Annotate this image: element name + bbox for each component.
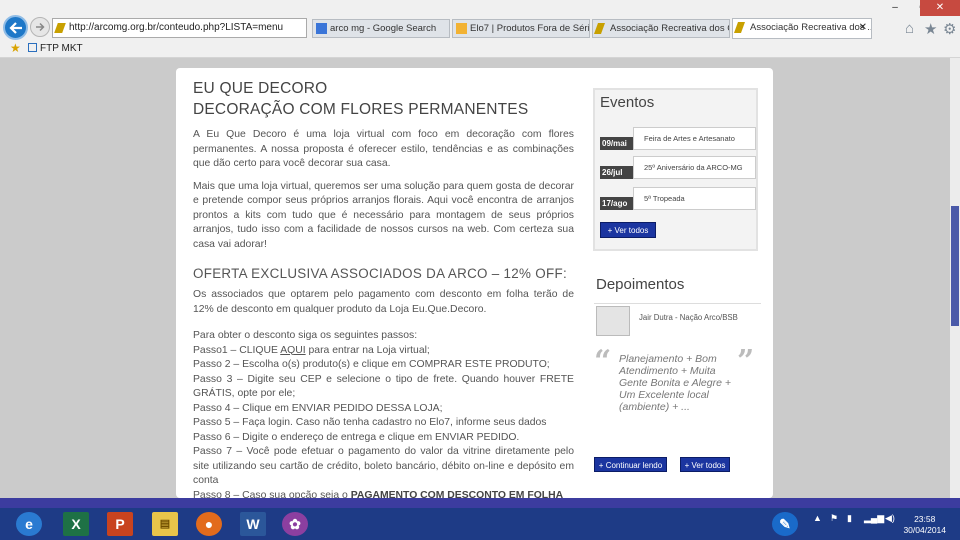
testimonials-see-all-button[interactable]: + Ver todos <box>680 457 730 472</box>
excel-icon[interactable]: X <box>63 512 89 536</box>
event-date: 09/mai <box>600 137 633 150</box>
event-name: 5ª Tropeada <box>633 187 756 210</box>
events-see-all-button[interactable]: + Ver todos <box>600 222 656 238</box>
site-icon <box>733 22 746 33</box>
step-4: Passo 4 – Clique em ENVIAR PEDIDO DESSA … <box>193 402 443 414</box>
address-bar[interactable]: http://arcomg.org.br/conteudo.php?LISTA=… <box>52 18 307 38</box>
event-name: 25º Aniversário da ARCO-MG <box>633 156 756 179</box>
file-explorer-icon[interactable]: ▤ <box>152 512 178 536</box>
favorites-add-icon[interactable]: ★ <box>10 41 21 55</box>
page-subtitle: DECORAÇÃO COM FLORES PERMANENTES <box>193 101 529 118</box>
clock-time: 23:58 <box>914 514 936 524</box>
steps-list: Para obter o desconto siga os seguintes … <box>193 329 574 498</box>
steps-intro: Para obter o desconto siga os seguintes … <box>193 330 418 341</box>
quote-open-icon: “ <box>594 344 612 379</box>
sidebar: Eventos Feira de Artes e Artesanato 09/m… <box>593 88 758 251</box>
event-name: Feira de Artes e Artesanato <box>633 127 756 150</box>
offer-description: Os associados que optarem pelo pagamento… <box>193 289 574 315</box>
page-title: EU QUE DECORO <box>193 80 328 97</box>
site-icon <box>593 23 606 34</box>
powerpoint-icon[interactable]: P <box>107 512 133 536</box>
testimonial-text: Planejamento + Bom Atendimento + Muita G… <box>619 353 731 413</box>
aqui-link[interactable]: AQUI <box>280 345 305 356</box>
step-3: Passo 3 – Digite seu CEP e selecione o t… <box>193 373 574 400</box>
browser-chrome: http://arcomg.org.br/conteudo.php?LISTA=… <box>0 0 960 58</box>
system-clock[interactable]: 23:58 30/04/2014 <box>903 514 946 536</box>
minimize-button[interactable]: – <box>882 0 908 16</box>
clock-date: 30/04/2014 <box>903 525 946 535</box>
close-tab-icon[interactable]: ✕ <box>859 19 867 36</box>
tab-associacao-1[interactable]: Associação Recreativa dos Cor... <box>592 19 730 38</box>
step-6: Passo 6 – Digite o endereço de entrega e… <box>193 431 520 443</box>
volume-icon[interactable]: ◀) <box>885 513 895 524</box>
intro-paragraph-1: A Eu Que Decoro é uma loja virtual com f… <box>193 129 574 169</box>
page-icon <box>28 43 37 52</box>
battery-icon[interactable]: ▮ <box>847 513 852 524</box>
taskbar-accent <box>0 498 960 508</box>
firefox-icon[interactable]: ● <box>196 512 222 536</box>
flag-icon[interactable]: ⚑ <box>830 513 838 524</box>
event-item[interactable]: 25º Aniversário da ARCO-MG 26/jul <box>600 156 756 179</box>
tab-associacao-active[interactable]: Associação Recreativa dos ... ✕ <box>732 18 872 39</box>
intro-paragraph-2: Mais que uma loja virtual, queremos ser … <box>193 180 574 250</box>
home-icon[interactable]: ⌂ <box>905 20 914 37</box>
favorites-bar: ★ FTP MKT <box>0 40 960 58</box>
event-item[interactable]: Feira de Artes e Artesanato 09/mai <box>600 127 756 150</box>
gear-icon[interactable]: ⚙ <box>943 20 956 38</box>
article: EU QUE DECORO DECORAÇÃO COM FLORES PERMA… <box>193 78 574 498</box>
internet-explorer-icon[interactable]: e <box>16 512 42 536</box>
favorites-link-ftp[interactable]: FTP MKT <box>28 43 83 54</box>
close-window-button[interactable]: ✕ <box>920 0 960 16</box>
content-card: EU QUE DECORO DECORAÇÃO COM FLORES PERMA… <box>176 68 773 498</box>
arrow-right-icon <box>36 22 45 32</box>
favorites-star-icon[interactable]: ★ <box>924 20 937 38</box>
scrollbar-thumb[interactable] <box>951 206 959 326</box>
show-hidden-icons-icon[interactable]: ▲ <box>813 513 822 523</box>
offer-heading: OFERTA EXCLUSIVA ASSOCIADOS DA ARCO – 12… <box>193 266 567 281</box>
step-2: Passo 2 – Escolha o(s) produto(s) e cliq… <box>193 359 550 370</box>
picasa-icon[interactable]: ✿ <box>282 512 308 536</box>
network-icon[interactable]: ▂▄▆ <box>864 513 884 524</box>
site-icon <box>54 23 66 33</box>
forward-button[interactable] <box>30 17 50 37</box>
back-button[interactable] <box>3 15 28 40</box>
tab-google-search[interactable]: arco mg - Google Search <box>312 19 450 38</box>
tools-icon[interactable]: ✎ <box>772 512 798 536</box>
elo7-icon <box>456 23 467 34</box>
testimonials-title: Depoimentos <box>596 276 685 293</box>
arrow-left-icon <box>8 21 22 34</box>
testimonial-author: Jair Dutra - Nação Arco/BSB <box>639 313 738 322</box>
avatar <box>596 306 630 336</box>
event-date: 26/jul <box>600 166 633 179</box>
step-7: Passo 7 – Você pode efetuar o pagamento … <box>193 446 574 486</box>
word-icon[interactable]: W <box>240 512 266 536</box>
event-item[interactable]: 5ª Tropeada 17/ago <box>600 187 756 210</box>
quote-close-icon: ” <box>737 344 755 379</box>
scrollbar[interactable] <box>950 58 960 498</box>
step-8: Passo 8 – Caso sua opção seja o PAGAMENT… <box>193 489 564 499</box>
step-5: Passo 5 – Faça login. Caso não tenha cad… <box>193 417 547 428</box>
google-icon <box>316 23 327 34</box>
event-date: 17/ago <box>600 197 633 210</box>
testimonials-widget: Jair Dutra - Nação Arco/BSB “ Planejamen… <box>594 303 761 472</box>
step-1: Passo1 – CLIQUE AQUI para entrar na Loja… <box>193 344 430 356</box>
tab-elo7[interactable]: Elo7 | Produtos Fora de Série <box>452 19 590 38</box>
events-widget: Eventos Feira de Artes e Artesanato 09/m… <box>593 88 758 251</box>
events-title: Eventos <box>600 94 655 111</box>
continue-reading-button[interactable]: + Continuar lendo <box>594 457 667 472</box>
address-text: http://arcomg.org.br/conteudo.php?LISTA=… <box>69 22 284 33</box>
